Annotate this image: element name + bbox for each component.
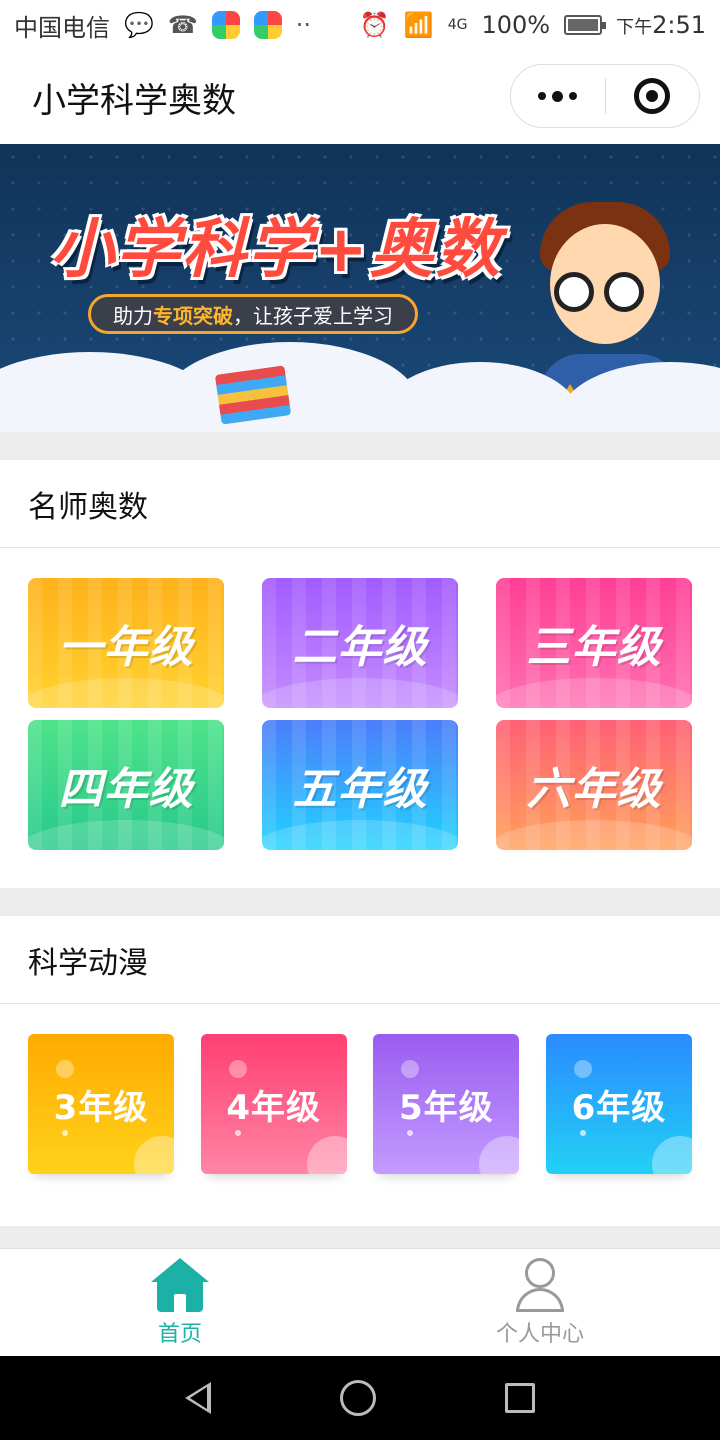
app-notification-icon-2: [253, 11, 282, 39]
clock: 下午2:51: [616, 11, 706, 39]
slogan-prefix: 助力: [113, 303, 153, 328]
banner-title: 小学科学+奥数: [50, 213, 502, 287]
olympiad-section-title: 名师奥数: [0, 460, 720, 548]
status-right: ⏰ 📶 4G 100% 下午2:51: [360, 11, 706, 39]
anime-grade-label: 5年级: [398, 1087, 494, 1128]
anime-grade-card[interactable]: 4年级: [200, 1034, 347, 1174]
anime-grade-label: 4年级: [226, 1087, 321, 1128]
more-notifications-icon: ··: [295, 11, 312, 39]
hero-banner[interactable]: 小学科学+奥数 助力 专项突破 ，让孩子爱上学习: [0, 144, 720, 432]
battery-icon: [564, 15, 607, 35]
olympiad-grade-card[interactable]: 五年级: [262, 720, 458, 850]
olympiad-grade-label: 一年级: [58, 622, 194, 673]
wifi-icon: 📶: [403, 11, 434, 39]
banner-slogan: 助力 专项突破 ，让孩子爱上学习: [88, 294, 418, 334]
slogan-highlight: 专项突破: [153, 303, 233, 328]
tab-bar: 首页 个人中心: [0, 1248, 720, 1356]
carrier-label: 中国电信: [14, 13, 110, 42]
olympiad-grade-card[interactable]: 一年级: [28, 578, 224, 708]
anime-grade-card[interactable]: 6年级: [545, 1034, 692, 1174]
anime-grade-card[interactable]: 3年级: [28, 1034, 174, 1174]
olympiad-grade-label: 二年级: [292, 622, 428, 673]
network-label: 4G: [447, 17, 468, 33]
page-title: 小学科学奥数: [32, 80, 236, 121]
close-mini-program-button[interactable]: [606, 65, 700, 127]
status-left: 中国电信 💬 ☎ ··: [14, 8, 311, 43]
tab-profile-label: 个人中心: [495, 1321, 584, 1347]
olympiad-section: 名师奥数 一年级 二年级 三年级四年级 五年级 六年级: [0, 460, 720, 888]
olympiad-grade-card[interactable]: 四年级: [28, 720, 224, 850]
anime-grade-grid: 3年级 4年级 5年级 6年级: [28, 1034, 692, 1174]
mini-program-capsule: [510, 64, 700, 128]
time-value: 2:51: [652, 11, 706, 39]
anime-grade-label: 3年级: [53, 1087, 149, 1128]
olympiad-grade-card[interactable]: 六年级: [496, 720, 692, 850]
olympiad-grade-label: 五年级: [292, 764, 428, 815]
olympiad-grade-grid: 一年级 二年级 三年级四年级 五年级 六年级: [28, 578, 692, 850]
olympiad-grade-label: 三年级: [526, 622, 662, 673]
missed-call-icon: ☎: [167, 11, 198, 39]
more-button[interactable]: [511, 65, 605, 127]
olympiad-grade-card[interactable]: 三年级: [496, 578, 692, 708]
recent-apps-icon[interactable]: [505, 1383, 536, 1413]
tab-home-label: 首页: [157, 1321, 202, 1347]
alarm-icon: ⏰: [359, 11, 390, 39]
target-icon: [634, 78, 671, 114]
chat-icon: 💬: [124, 11, 154, 39]
app-notification-icon: [211, 11, 240, 39]
home-circle-icon[interactable]: [339, 1380, 376, 1416]
system-nav-bar: [0, 1356, 720, 1440]
olympiad-grade-card[interactable]: 二年级: [262, 578, 458, 708]
tab-home[interactable]: 首页: [0, 1249, 360, 1356]
status-bar: 中国电信 💬 ☎ ·· ⏰ 📶 4G 100% 下午2:51: [0, 0, 720, 50]
back-icon[interactable]: [184, 1382, 211, 1414]
olympiad-grade-label: 六年级: [526, 764, 662, 815]
battery-percent: 100%: [481, 11, 551, 39]
slogan-suffix: ，让孩子爱上学习: [233, 303, 393, 328]
glasses-left: [554, 272, 594, 312]
time-prefix: 下午: [616, 17, 653, 38]
more-dots-icon: [538, 90, 578, 102]
user-icon: [514, 1257, 566, 1312]
books-icon: [214, 365, 292, 425]
anime-section-title: 科学动漫: [0, 916, 720, 1004]
anime-grade-label: 6年级: [571, 1087, 667, 1128]
tab-profile[interactable]: 个人中心: [360, 1249, 720, 1356]
glasses-right: [604, 272, 644, 312]
anime-grade-card[interactable]: 5年级: [373, 1034, 520, 1174]
anime-section: 科学动漫 3年级 4年级 5年级 6年级: [0, 916, 720, 1226]
olympiad-grade-label: 四年级: [58, 764, 194, 815]
home-icon: [151, 1257, 209, 1312]
title-bar: 小学科学奥数: [0, 50, 720, 144]
